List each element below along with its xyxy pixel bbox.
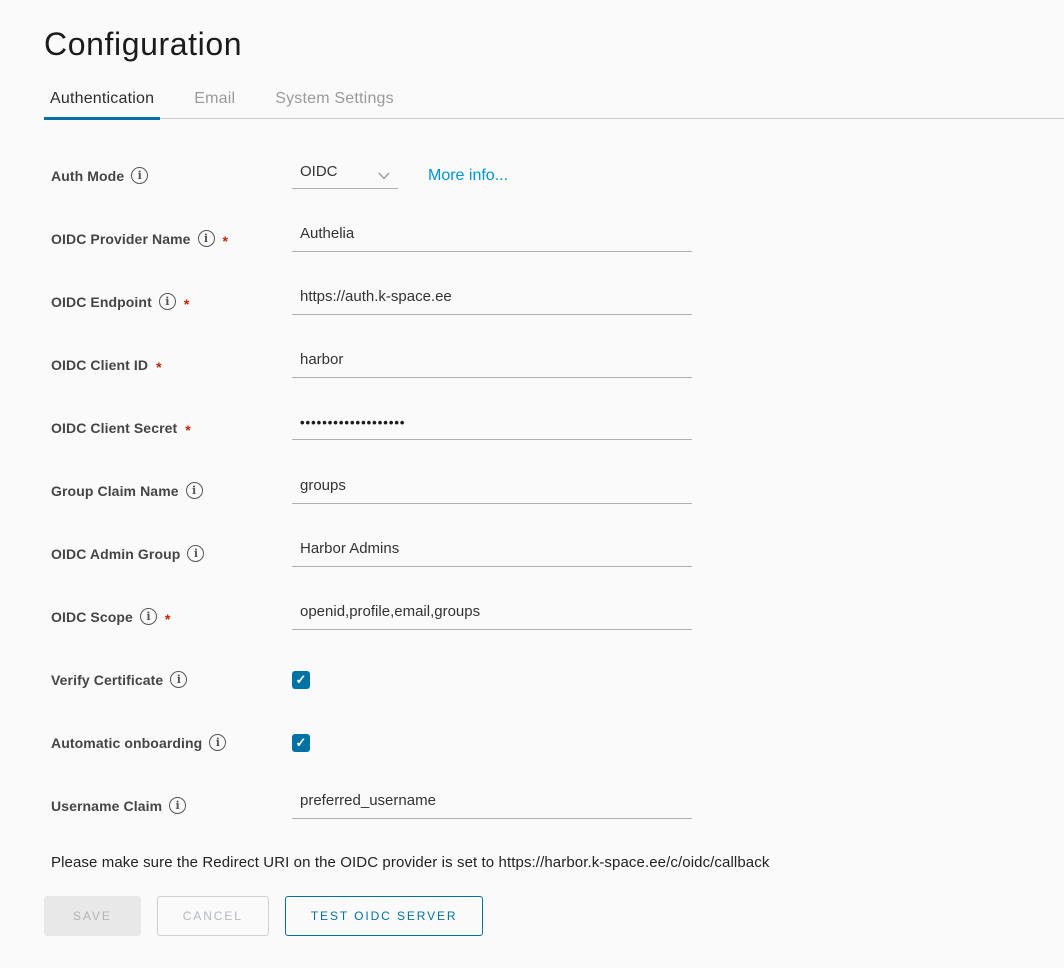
action-buttons: SAVE CANCEL TEST OIDC SERVER [44,896,1064,968]
cancel-button[interactable]: CANCEL [157,896,269,936]
auth-settings-form: Auth Mode i OIDC More info... OIDC Provi… [44,144,1064,837]
page-title: Configuration [44,0,1064,63]
oidc-admin-group-label: OIDC Admin Group [51,546,180,562]
info-icon[interactable]: i [159,293,176,310]
username-claim-input[interactable] [292,792,692,819]
group-claim-name-label: Group Claim Name [51,483,179,499]
more-info-link[interactable]: More info... [428,167,508,185]
auth-mode-selected-value: OIDC [300,163,338,180]
chevron-down-icon [378,167,390,175]
oidc-scope-row: OIDC Scope i * [44,585,1064,648]
verify-certificate-label: Verify Certificate [51,672,163,688]
info-icon[interactable]: i [187,545,204,562]
oidc-client-secret-input[interactable] [292,415,692,440]
required-asterisk: * [184,292,189,312]
info-icon[interactable]: i [169,797,186,814]
auth-mode-label: Auth Mode [51,168,124,184]
tab-bar: Authentication Email System Settings [44,90,1064,119]
required-asterisk: * [223,229,228,249]
oidc-endpoint-input[interactable] [292,288,692,315]
auth-mode-row: Auth Mode i OIDC More info... [44,144,1064,207]
auth-mode-label-group: Auth Mode i [44,167,292,184]
oidc-provider-name-row: OIDC Provider Name i * [44,207,1064,270]
required-asterisk: * [165,607,170,627]
oidc-scope-input[interactable] [292,603,692,630]
info-icon[interactable]: i [170,671,187,688]
info-icon[interactable]: i [186,482,203,499]
oidc-client-secret-label: OIDC Client Secret [51,420,177,436]
oidc-admin-group-row: OIDC Admin Group i [44,522,1064,585]
save-button[interactable]: SAVE [44,896,141,936]
oidc-client-id-input[interactable] [292,351,692,378]
tab-email[interactable]: Email [188,90,241,118]
info-icon[interactable]: i [140,608,157,625]
required-asterisk: * [156,355,161,375]
group-claim-name-row: Group Claim Name i [44,459,1064,522]
redirect-uri-note: Please make sure the Redirect URI on the… [44,854,1064,871]
username-claim-row: Username Claim i [44,774,1064,837]
group-claim-name-input[interactable] [292,477,692,504]
verify-certificate-checkbox[interactable]: ✓ [292,671,310,689]
oidc-admin-group-input[interactable] [292,540,692,567]
configuration-page: Configuration Authentication Email Syste… [0,0,1064,968]
required-asterisk: * [185,418,190,438]
automatic-onboarding-checkbox[interactable]: ✓ [292,734,310,752]
oidc-client-id-label: OIDC Client ID [51,357,148,373]
auth-mode-select[interactable]: OIDC [292,163,398,189]
info-icon[interactable]: i [209,734,226,751]
oidc-provider-name-input[interactable] [292,225,692,252]
oidc-client-id-row: OIDC Client ID * [44,333,1064,396]
test-oidc-server-button[interactable]: TEST OIDC SERVER [285,896,484,936]
info-icon[interactable]: i [131,167,148,184]
oidc-provider-name-label: OIDC Provider Name [51,231,191,247]
verify-certificate-row: Verify Certificate i ✓ [44,648,1064,711]
oidc-client-secret-row: OIDC Client Secret * [44,396,1064,459]
username-claim-label: Username Claim [51,798,162,814]
tab-system-settings[interactable]: System Settings [269,90,400,118]
automatic-onboarding-label: Automatic onboarding [51,735,202,751]
oidc-scope-label: OIDC Scope [51,609,133,625]
tab-authentication[interactable]: Authentication [44,90,160,118]
info-icon[interactable]: i [198,230,215,247]
automatic-onboarding-row: Automatic onboarding i ✓ [44,711,1064,774]
oidc-endpoint-row: OIDC Endpoint i * [44,270,1064,333]
oidc-endpoint-label: OIDC Endpoint [51,294,152,310]
